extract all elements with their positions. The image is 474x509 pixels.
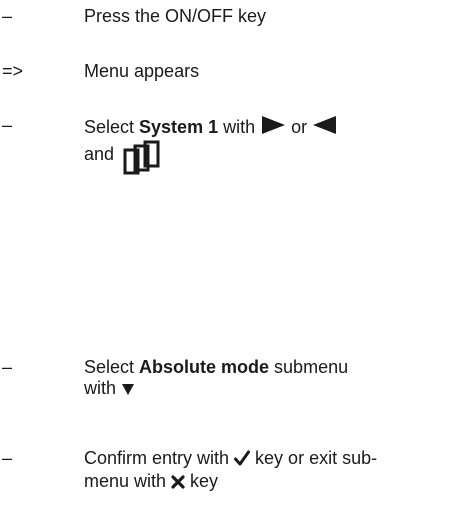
triangle-down-icon — [121, 380, 135, 401]
step-marker: – — [2, 6, 13, 26]
step-marker: – — [2, 448, 13, 468]
step-marker: – — [2, 115, 13, 135]
step-line-1: Select Absolute mode submenu — [84, 357, 349, 377]
step-text: Select Absolute mode submenu with — [84, 357, 464, 401]
step-marker: – — [2, 357, 13, 377]
menu-pages-icon — [122, 140, 162, 181]
step-line-1: Select System 1 with or — [84, 115, 464, 140]
system-label: System 1 — [139, 117, 219, 137]
step-text: Menu appears — [84, 61, 200, 81]
step-line-2: with — [84, 378, 464, 401]
triangle-left-icon — [312, 115, 338, 140]
step-text: Select System 1 with or and — [84, 115, 464, 181]
cross-icon — [171, 473, 185, 494]
step-line-2: menu with key — [84, 471, 464, 494]
step-text: Confirm entry with key or exit sub- menu… — [84, 448, 464, 494]
step-text: Press the ON/OFF key — [84, 6, 267, 26]
step-marker: => — [2, 61, 24, 81]
check-icon — [234, 450, 251, 471]
triangle-right-icon — [260, 115, 286, 140]
submenu-label: Absolute mode — [139, 357, 270, 377]
step-line-2: and — [84, 140, 464, 181]
step-line-1: Confirm entry with key or exit sub- — [84, 448, 464, 471]
